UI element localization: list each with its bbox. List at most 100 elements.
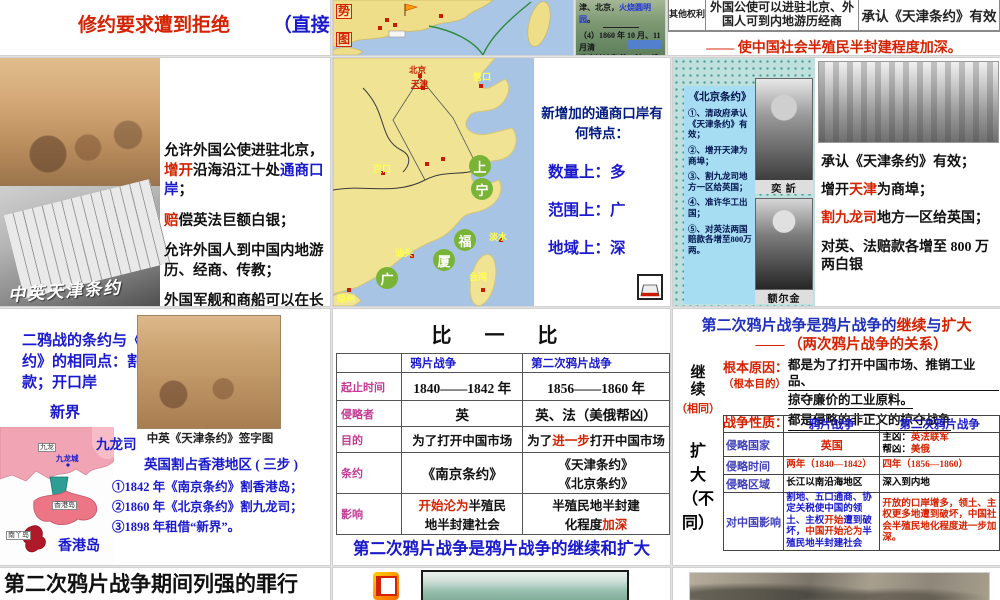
china-coast-map: 北京 天津 营口 汉口 汕头 淡水 台湾 琼州 上 宁 福 厦 广 bbox=[333, 58, 534, 306]
dates-c2: 1856——1860 年 bbox=[522, 372, 670, 401]
jh1: 鸦片战争 bbox=[783, 415, 881, 433]
t1a: 允许外国公使进驻北京， bbox=[164, 143, 324, 159]
table-row: 对中国影响 割地、五口通商、协定关税使中国的领土、主权开始遭到破坏，中国开始沦为… bbox=[722, 492, 1000, 551]
divider-line bbox=[603, 27, 639, 29]
jr2-c2: 四年（1856—1860） bbox=[879, 456, 1000, 475]
jr4-label: 对中国影响 bbox=[722, 492, 785, 551]
continuation-label: 继续 （相同） bbox=[675, 365, 721, 416]
g2c: 为商埠； bbox=[877, 183, 933, 199]
jr4d: 中国开始沦为 bbox=[805, 527, 863, 538]
jr1a: 主凶： bbox=[882, 433, 911, 444]
map-label-danshui: 淡水 bbox=[489, 232, 508, 242]
row-label-invaders: 侵略者 bbox=[335, 400, 403, 427]
g3b: 地方一区给英国； bbox=[877, 211, 989, 227]
cession-step-2: ②1860 年《北京条约》割九龙司； bbox=[112, 500, 303, 514]
treaty-item-3: ③、割九龙司地方一区给英国； bbox=[688, 171, 748, 192]
xinjie-text: 新界 bbox=[50, 405, 81, 421]
slide-thumb-tianjin-treaty-table[interactable]: 其他权利 外国公使可以进驻北京、外国人可到内地游历经商 承认《天津条约》有效 —… bbox=[668, 0, 1000, 55]
slide-thumb-beijing-treaty-note[interactable]: 津、北京，火烧圆明园。 （4）1860 年 10 月、11 月清 政府被迫和英、… bbox=[576, 0, 665, 55]
invaders-c1: 英 bbox=[401, 400, 524, 427]
c-line1-period: 。 bbox=[587, 14, 595, 24]
port-badge-xiamen: 厦 bbox=[433, 249, 455, 271]
slide-thumb-ruins-photo[interactable] bbox=[673, 568, 1000, 600]
rights-effect-cell: 承认《天津条约》有效 bbox=[858, 0, 1000, 30]
jr2-c1: 两年（1840—1842） bbox=[783, 456, 881, 475]
jr1-c1: 英国 bbox=[783, 432, 881, 457]
map-box-label-hk-island: 香港岛 bbox=[52, 501, 77, 510]
signing-painting bbox=[0, 58, 160, 186]
feature-depth: 地域上：深 bbox=[548, 240, 626, 257]
port-features-panel: 新增加的通商口岸有何特点： 数量上：多 范围上：广 地域上：深 bbox=[534, 58, 670, 306]
slide-thumb-reject-revision[interactable]: 修约要求遭到拒绝 （直接原因） bbox=[0, 0, 330, 55]
treaty-item-5: ⑤、对英法两国赔款各增至800万两。 bbox=[688, 223, 752, 255]
port-badge-ningbo: 宁 bbox=[471, 178, 493, 200]
treaty-box-title: 《北京条约》 bbox=[688, 92, 752, 103]
slide-thumb-war-map[interactable]: 势 图 bbox=[333, 0, 573, 55]
p2a: 为了 bbox=[527, 434, 553, 448]
slide-thumb-relation[interactable]: 第二次鸦片战争是鸦片战争的继续与扩大 —— （两次鸦片战争的关系） 继续 （相同… bbox=[673, 309, 1000, 565]
t2b: 偿英法巨额白银； bbox=[178, 212, 295, 229]
exp-sub: （不同） bbox=[681, 491, 714, 532]
slide-collage-page: 修约要求遭到拒绝 （直接原因） 势 图 津、北京，火烧圆明园。 （4）1 bbox=[0, 0, 1000, 600]
jr1c: 帮凶： bbox=[882, 444, 911, 455]
bterm-3: 割九龙司地方一区给英国； bbox=[821, 210, 997, 228]
map-vertical-label-1: 势 bbox=[336, 4, 353, 20]
exp2: 大 bbox=[689, 467, 706, 484]
table-row: 目的 为了打开中国市场 为了进一步打开中国市场 bbox=[335, 426, 670, 453]
slide-thumb-yuanmingyuan[interactable] bbox=[333, 568, 670, 600]
cause-text-2: 掠夺廉价的工业原料。 bbox=[788, 392, 914, 409]
term-1: 允许外国公使进驻北京，增开沿海沿江十处通商口岸； bbox=[164, 142, 328, 201]
portrait-yixin-label: 奕 訢 bbox=[755, 180, 813, 195]
feature-quantity: 数量上：多 bbox=[548, 164, 626, 181]
jr1d: 美俄 bbox=[910, 444, 930, 455]
table-row: 侵略时间 两年（1840—1842） 四年（1856—1860） bbox=[722, 456, 1000, 475]
portrait-elgin bbox=[755, 198, 813, 290]
compare-conclusion: 第二次鸦片战争是鸦片战争的继续和扩大 bbox=[353, 539, 650, 558]
compare-table: 鸦片战争 第二次鸦片战争 起止时间 1840——1842 年 1856——186… bbox=[335, 353, 670, 535]
slide-thumb-hongkong-cession[interactable]: 二鸦战的条约与《南京条约》的相同点：割地；赔款；开口岸 新界 中英《天津条约》签… bbox=[0, 309, 330, 565]
p2b: 进一步 bbox=[552, 434, 590, 448]
bterm-2: 增开天津为商埠； bbox=[821, 182, 997, 200]
book-icon bbox=[637, 274, 663, 300]
smoke-ruins-photo bbox=[689, 572, 990, 600]
treaty-item-1: ①、清政府承认《天津条约》有效； bbox=[688, 108, 748, 140]
cont2: 续 bbox=[690, 382, 706, 399]
slide-thumb-compare-table[interactable]: 比 一 比 鸦片战争 第二次鸦片战争 起止时间 1840——1842 年 185… bbox=[333, 309, 670, 565]
jr2-label: 侵略时间 bbox=[722, 456, 785, 475]
row-label-purpose: 目的 bbox=[335, 426, 403, 453]
i1a: 开始沦为 bbox=[418, 499, 469, 513]
term-3: 允许外国人到中国内地游历、经商、传教； bbox=[164, 243, 324, 279]
jt-a: 第二次鸦片战争是鸦片战争的 bbox=[701, 318, 897, 334]
map-box-label-kowloon: 九龙 bbox=[38, 443, 56, 452]
tr2l1: 《天津条约》 bbox=[558, 458, 634, 472]
impact-c1: 开始沦为半殖民 地半封建社会 bbox=[401, 493, 524, 535]
deepening-conclusion: —— 使中国社会半殖民半封建程度加深。 bbox=[706, 41, 962, 55]
jr4-c2: 开放的口岸增多，领土、主权更多地遭到破坏，中国社会半殖民地化程度进一步加深。 bbox=[879, 492, 1000, 551]
jt-d: 扩大 bbox=[941, 318, 972, 334]
painting-caption: 中英《天津条约》签字图 bbox=[146, 433, 274, 445]
selection-highlight bbox=[627, 40, 661, 49]
i2a: 半殖民地半封建 bbox=[552, 499, 640, 513]
port-features-question: 新增加的通商口岸有何特点： bbox=[541, 106, 663, 142]
slide-thumb-crimes-title[interactable]: 第二次鸦片战争期间列强的罪行 bbox=[0, 568, 330, 600]
map-label-hankou: 汉口 bbox=[373, 164, 392, 174]
exp1: 扩 bbox=[689, 443, 706, 460]
treaty-signing-image: 中英天津条约 bbox=[0, 58, 171, 306]
jt-b: 继续 bbox=[896, 318, 927, 334]
subtitle-text: （直接原因） bbox=[272, 15, 330, 36]
map-label-yingkou: 营口 bbox=[473, 72, 492, 82]
map-label-beijing: 北京 bbox=[409, 65, 427, 75]
term-2: 赔偿英法巨额白银； bbox=[164, 212, 328, 232]
map-label-jiulongsi: 九龙司 bbox=[96, 437, 137, 452]
map-label-qiongzhou: 琼州 bbox=[337, 294, 356, 304]
china-map-graphic bbox=[333, 58, 534, 306]
treaty-item-4: ④、准许华工出国； bbox=[688, 197, 748, 218]
slide-thumb-tianjin-terms[interactable]: 中英天津条约 允许外国公使进驻北京，增开沿海沿江十处通商口岸； 赔偿英法巨额白银… bbox=[0, 58, 330, 306]
map-vertical-label-2: 图 bbox=[336, 32, 353, 48]
slide-thumb-ports-map[interactable]: 北京 天津 营口 汉口 汕头 淡水 台湾 琼州 上 宁 福 厦 广 新增加的通商… bbox=[333, 58, 670, 306]
slide-thumb-beijing-treaty[interactable]: 《北京条约》 ①、清政府承认《天津条约》有效； ②、增开天津为商埠； ③、割九龙… bbox=[673, 58, 1000, 306]
port-badge-guangzhou: 广 bbox=[376, 267, 398, 289]
bterm-4: 对英、法赔款各增至 800 万两白银 bbox=[821, 239, 989, 273]
g3a: 割九龙司 bbox=[821, 211, 877, 227]
i1b: 半殖民 bbox=[468, 499, 506, 513]
